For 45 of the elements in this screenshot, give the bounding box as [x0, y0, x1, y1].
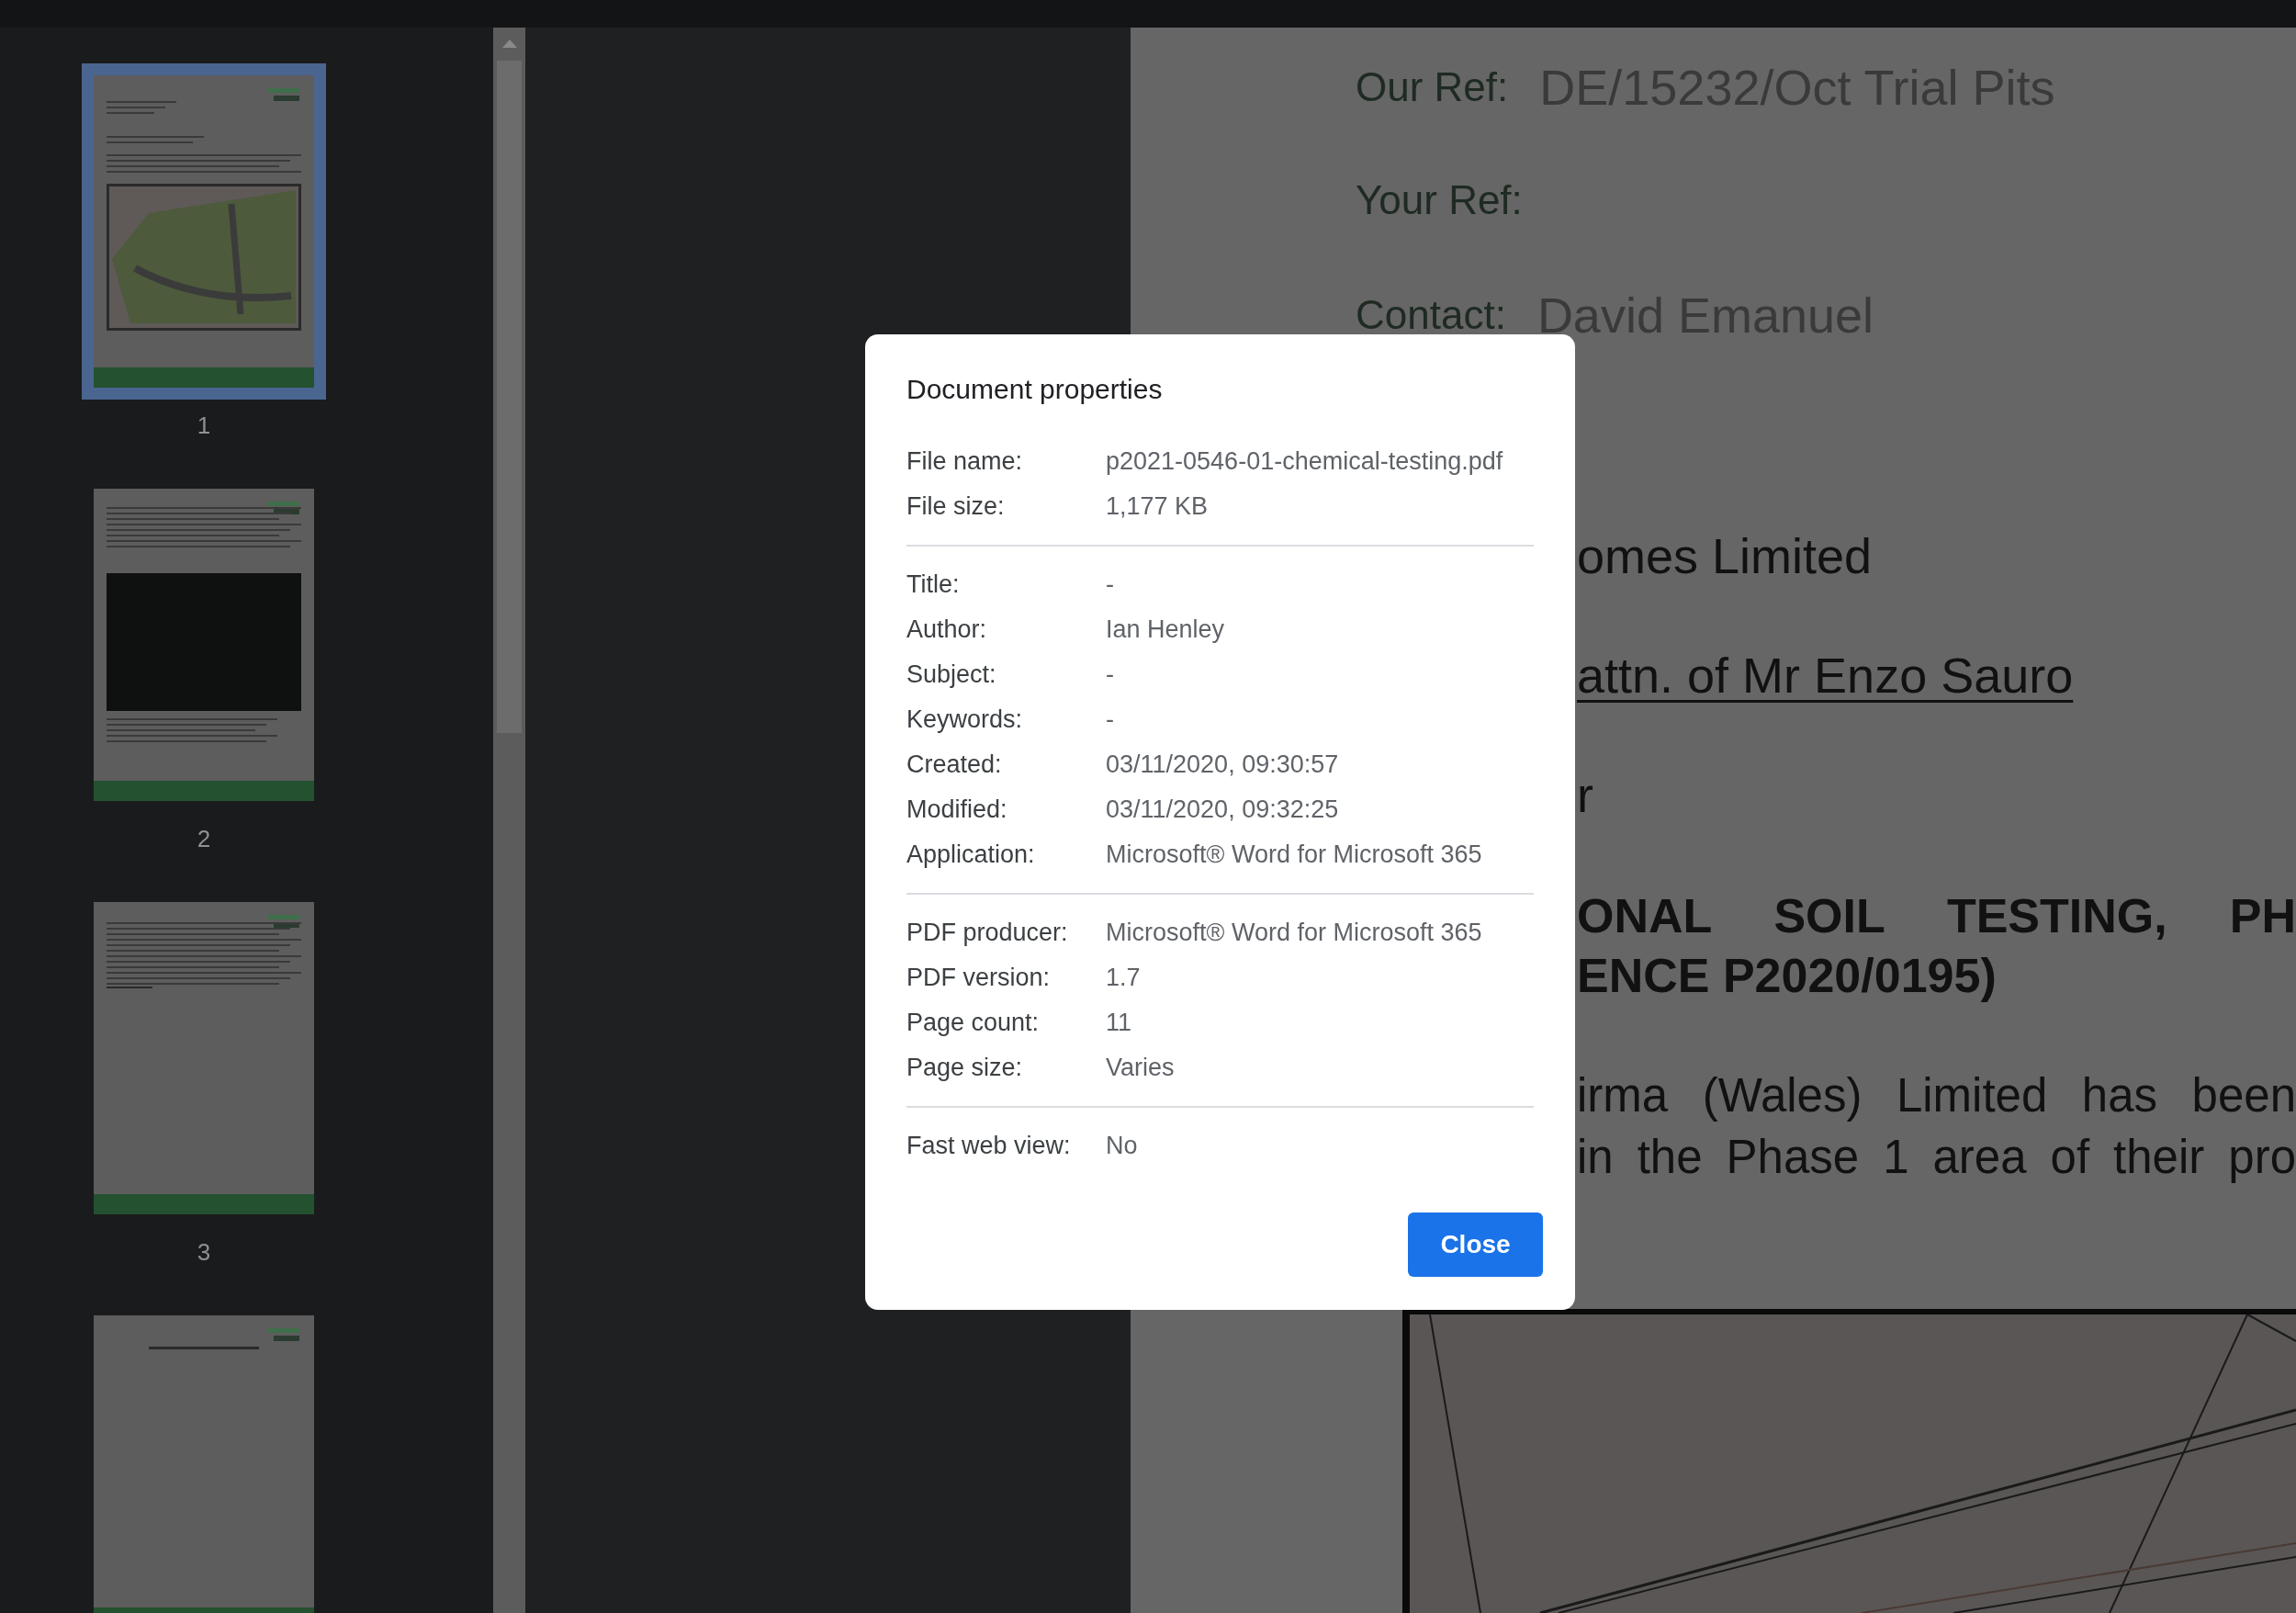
property-label: Page size: [906, 1053, 1024, 1084]
body-text: irma (Wales) Limited has been [1577, 1067, 2296, 1123]
page-thumbnail[interactable] [82, 63, 326, 400]
property-label: Author: [906, 615, 988, 646]
property-label: PDF version: [906, 963, 1052, 994]
dialog-title: Document properties [906, 373, 1164, 406]
property-label: PDF producer: [906, 918, 1069, 949]
page-number: 2 [197, 824, 211, 853]
ref-label: Our Ref: [1356, 63, 1509, 111]
property-value: Varies [1106, 1053, 1175, 1084]
property-value: 1,177 KB [1106, 491, 1209, 523]
property-value: 03/11/2020, 09:32:25 [1106, 795, 1339, 826]
property-value: Ian Henley [1106, 615, 1225, 646]
body-text: omes Limited [1577, 526, 1873, 585]
ref-label: Your Ref: [1356, 176, 1523, 224]
property-label: File name: [906, 446, 1024, 478]
property-label: Fast web view: [906, 1131, 1072, 1162]
property-value: - [1106, 660, 1114, 691]
property-label: Title: [906, 570, 961, 601]
property-value: Microsoft® Word for Microsoft 365 [1106, 840, 1482, 871]
property-value: 03/11/2020, 09:30:57 [1106, 750, 1339, 781]
body-text: in the Phase 1 area of their pro [1577, 1129, 2296, 1185]
property-label: Page count: [906, 1008, 1041, 1039]
property-value: - [1106, 570, 1114, 601]
body-text: r [1577, 765, 1593, 824]
property-value: p2021-0546-01-chemical-testing.pdf [1106, 446, 1503, 478]
body-text: attn. of Mr Enzo Sauro [1577, 646, 2074, 705]
close-button[interactable]: Close [1408, 1213, 1543, 1277]
page-number: 3 [197, 1237, 211, 1267]
page-number: 1 [197, 411, 211, 440]
property-label: Subject: [906, 660, 997, 691]
property-value: No [1106, 1131, 1138, 1162]
heading-text: ENCE P2020/0195) [1577, 948, 1997, 1004]
scroll-up-arrow-icon[interactable] [501, 39, 517, 48]
property-value: Microsoft® Word for Microsoft 365 [1106, 918, 1482, 949]
property-label: Application: [906, 840, 1036, 871]
property-value: 11 [1106, 1008, 1132, 1039]
property-value: 1.7 [1106, 963, 1141, 994]
ref-label: Contact: [1356, 291, 1506, 339]
property-label: Keywords: [906, 705, 1024, 736]
property-label: File size: [906, 491, 1006, 523]
heading-text: ONAL SOIL TESTING, PH [1577, 888, 2296, 944]
property-value: - [1106, 705, 1114, 736]
property-label: Created: [906, 750, 1003, 781]
property-label: Modified: [906, 795, 1008, 826]
